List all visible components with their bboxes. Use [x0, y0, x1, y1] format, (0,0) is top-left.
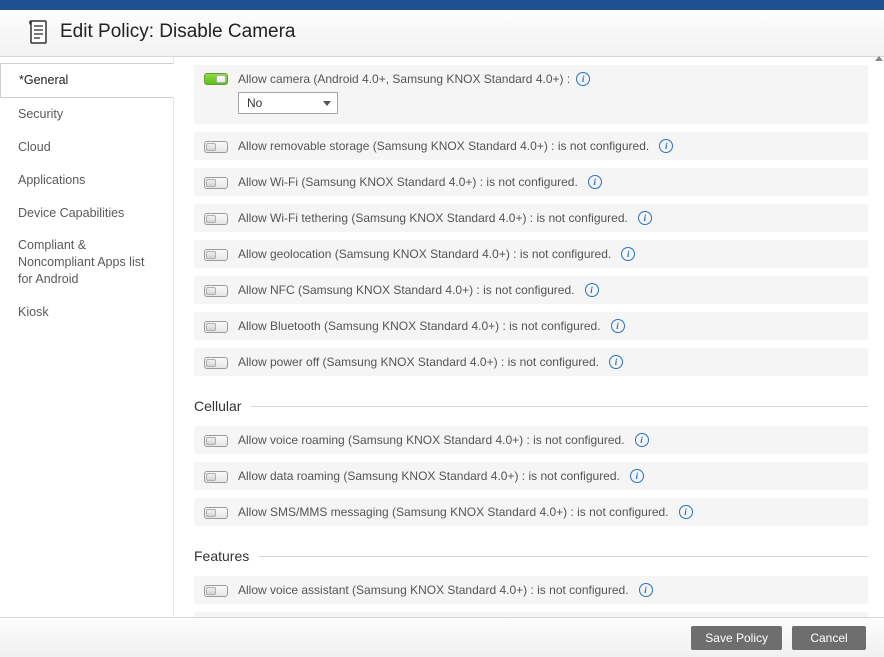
section-header-features: Features	[194, 548, 868, 564]
info-icon[interactable]: i	[659, 139, 673, 153]
sidebar: *General Security Cloud Applications Dev…	[0, 57, 174, 619]
sidebar-item-applications[interactable]: Applications	[0, 164, 173, 197]
toggle-switch[interactable]	[204, 507, 228, 519]
sidebar-item-label: Applications	[18, 173, 85, 187]
section-title: Cellular	[194, 398, 241, 414]
setting-row: Allow SMS/MMS messaging (Samsung KNOX St…	[194, 498, 868, 526]
info-icon[interactable]: i	[638, 211, 652, 225]
page-title: Edit Policy: Disable Camera	[60, 21, 295, 43]
setting-row: Allow NFC (Samsung KNOX Standard 4.0+) :…	[194, 276, 868, 304]
info-icon[interactable]: i	[621, 247, 635, 261]
setting-label: Allow power off (Samsung KNOX Standard 4…	[238, 355, 599, 369]
toggle-switch[interactable]	[204, 321, 228, 333]
setting-label: Allow SMS/MMS messaging (Samsung KNOX St…	[238, 505, 669, 519]
divider	[251, 406, 868, 407]
sidebar-item-kiosk[interactable]: Kiosk	[0, 296, 173, 329]
page-header: Edit Policy: Disable Camera	[0, 10, 884, 57]
section-header-cellular: Cellular	[194, 398, 868, 414]
toggle-switch[interactable]	[204, 285, 228, 297]
cancel-button[interactable]: Cancel	[792, 626, 866, 650]
setting-label: Allow Wi-Fi (Samsung KNOX Standard 4.0+)…	[238, 175, 578, 189]
info-icon[interactable]: i	[576, 72, 590, 86]
setting-row: Allow Bluetooth (Samsung KNOX Standard 4…	[194, 312, 868, 340]
setting-row: Allow geolocation (Samsung KNOX Standard…	[194, 240, 868, 268]
setting-label: Allow camera (Android 4.0+, Samsung KNOX…	[238, 72, 570, 86]
toggle-switch[interactable]	[204, 357, 228, 369]
setting-row: Allow removable storage (Samsung KNOX St…	[194, 132, 868, 160]
settings-panel[interactable]: Allow camera (Android 4.0+, Samsung KNOX…	[174, 57, 884, 619]
select-dropdown[interactable]: No	[238, 92, 338, 114]
top-accent-bar	[0, 0, 884, 10]
policy-icon	[28, 20, 50, 44]
info-icon[interactable]: i	[609, 355, 623, 369]
setting-row: Allow voice roaming (Samsung KNOX Standa…	[194, 426, 868, 454]
setting-label: Allow Wi-Fi tethering (Samsung KNOX Stan…	[238, 211, 628, 225]
setting-label: Allow removable storage (Samsung KNOX St…	[238, 139, 649, 153]
toggle-switch[interactable]	[204, 213, 228, 225]
setting-label: Allow NFC (Samsung KNOX Standard 4.0+) :…	[238, 283, 575, 297]
toggle-switch[interactable]	[204, 141, 228, 153]
setting-body: Allow camera (Android 4.0+, Samsung KNOX…	[238, 72, 858, 114]
setting-row: Allow Wi-Fi tethering (Samsung KNOX Stan…	[194, 204, 868, 232]
body: *General Security Cloud Applications Dev…	[0, 57, 884, 619]
sidebar-item-device-capabilities[interactable]: Device Capabilities	[0, 197, 173, 230]
select-value: No	[247, 96, 262, 110]
sidebar-item-label: Compliant & Noncompliant Apps list for A…	[18, 238, 144, 286]
sidebar-item-label: Device Capabilities	[18, 206, 124, 220]
footer: Save Policy Cancel	[0, 617, 884, 657]
setting-label: Allow Bluetooth (Samsung KNOX Standard 4…	[238, 319, 601, 333]
section-title: Features	[194, 548, 249, 564]
sidebar-item-label: *General	[19, 73, 68, 87]
save-policy-button[interactable]: Save Policy	[691, 626, 782, 650]
toggle-switch[interactable]	[204, 471, 228, 483]
setting-label: Allow geolocation (Samsung KNOX Standard…	[238, 247, 611, 261]
toggle-switch[interactable]	[204, 73, 228, 85]
info-icon[interactable]: i	[630, 469, 644, 483]
setting-label: Allow voice assistant (Samsung KNOX Stan…	[238, 583, 629, 597]
info-icon[interactable]: i	[588, 175, 602, 189]
setting-row: Allow camera (Android 4.0+, Samsung KNOX…	[194, 65, 868, 124]
sidebar-item-label: Security	[18, 107, 63, 121]
toggle-switch[interactable]	[204, 177, 228, 189]
toggle-switch[interactable]	[204, 585, 228, 597]
info-icon[interactable]: i	[611, 319, 625, 333]
sidebar-item-label: Kiosk	[18, 305, 49, 319]
setting-row: Allow data roaming (Samsung KNOX Standar…	[194, 462, 868, 490]
setting-row: Allow power off (Samsung KNOX Standard 4…	[194, 348, 868, 376]
scroll-up-arrow-icon	[875, 56, 883, 66]
sidebar-item-security[interactable]: Security	[0, 98, 173, 131]
toggle-switch[interactable]	[204, 435, 228, 447]
setting-row: Allow voice assistant (Samsung KNOX Stan…	[194, 576, 868, 604]
sidebar-item-label: Cloud	[18, 140, 51, 154]
info-icon[interactable]: i	[679, 505, 693, 519]
chevron-down-icon	[323, 101, 331, 106]
toggle-switch[interactable]	[204, 249, 228, 261]
info-icon[interactable]: i	[585, 283, 599, 297]
setting-row: Allow Wi-Fi (Samsung KNOX Standard 4.0+)…	[194, 168, 868, 196]
info-icon[interactable]: i	[635, 433, 649, 447]
sidebar-item-cloud[interactable]: Cloud	[0, 131, 173, 164]
sidebar-item-general[interactable]: *General	[0, 63, 174, 98]
sidebar-item-compliant-apps[interactable]: Compliant & Noncompliant Apps list for A…	[0, 229, 173, 296]
divider	[259, 556, 868, 557]
setting-label: Allow voice roaming (Samsung KNOX Standa…	[238, 433, 625, 447]
info-icon[interactable]: i	[639, 583, 653, 597]
setting-label: Allow data roaming (Samsung KNOX Standar…	[238, 469, 620, 483]
